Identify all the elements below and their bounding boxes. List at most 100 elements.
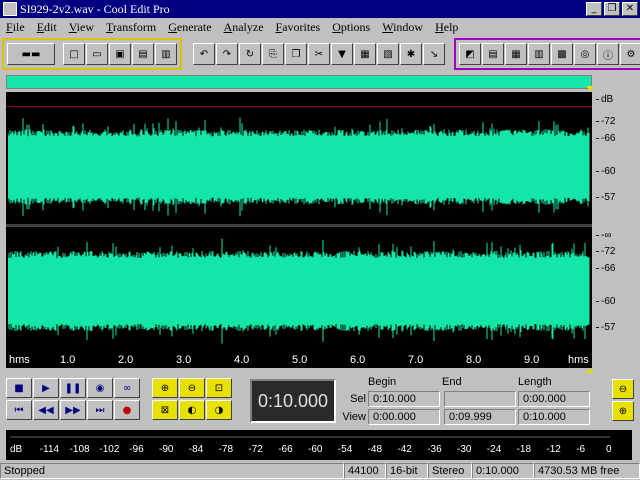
spectral-view-icon[interactable]: ◩ (459, 43, 481, 65)
repeat-icon[interactable]: ↻ (239, 43, 261, 65)
begin-header: Begin (368, 376, 397, 388)
meter-label: -30 (457, 444, 472, 455)
meter-label: -12 (546, 444, 561, 455)
ruler-tick: 9.0 (524, 354, 540, 366)
play-to-end-icon[interactable]: ◉ (87, 378, 113, 398)
meter-label: -72 (248, 444, 263, 455)
play-icon[interactable]: ▶ (33, 378, 59, 398)
vertical-zoom-controls: ⊖ ⊕ (612, 379, 634, 421)
scale-tick: -∞ (596, 230, 611, 241)
menu-favorites[interactable]: Favorites (270, 20, 327, 35)
ruler-start-label: hms (9, 354, 30, 366)
view-begin-field[interactable]: 0:00.000 (368, 409, 440, 425)
menu-file[interactable]: File (0, 20, 31, 35)
menu-help[interactable]: Help (429, 20, 464, 35)
menu-options[interactable]: Options (326, 20, 376, 35)
mix-paste-icon[interactable]: ▧ (377, 43, 399, 65)
zoom-selection-icon[interactable]: ⊠ (152, 400, 178, 420)
meter-label: -60 (308, 444, 323, 455)
cut-icon[interactable]: ✂ (308, 43, 330, 65)
fast-forward-icon[interactable]: ▶▶ (60, 400, 86, 420)
ruler-tick: 1.0 (60, 354, 76, 366)
zoom-in-icon[interactable]: ⊕ (152, 378, 178, 398)
transport-controls: ■ ▶ ❚❚ ◉ ∞ ⊕ ⊖ ⊡ ⏮ ◀◀ ▶▶ ⏭ ● ⊠ ◐ ◑ (6, 378, 244, 426)
close-button[interactable]: ✕ (622, 2, 638, 16)
new-file-icon[interactable]: □ (63, 43, 85, 65)
menu-edit[interactable]: Edit (31, 20, 63, 35)
sel-end-field[interactable] (444, 391, 516, 407)
undo-icon[interactable]: ↶ (193, 43, 215, 65)
waveform-display[interactable] (6, 92, 592, 368)
playhead-marker[interactable] (586, 368, 594, 373)
frequency-analysis-icon[interactable]: ▥ (528, 43, 550, 65)
amplitude-scale: dB -72 -66 -60 -57 -∞ -72 -66 -60 -57 (592, 92, 640, 368)
snap-icon[interactable]: ↘ (423, 43, 445, 65)
rewind-icon[interactable]: ◀◀ (33, 400, 59, 420)
ruler-tick: 6.0 (350, 354, 366, 366)
sel-begin-field[interactable]: 0:10.000 (368, 391, 440, 407)
loop-icon[interactable]: ▩ (551, 43, 573, 65)
meter-label: -90 (159, 444, 174, 455)
sel-length-field[interactable]: 0:00.000 (518, 391, 590, 407)
zoom-full-icon[interactable]: ⊡ (206, 378, 232, 398)
go-to-start-icon[interactable]: ⏮ (6, 400, 32, 420)
pause-icon[interactable]: ❚❚ (60, 378, 86, 398)
go-to-end-icon[interactable]: ⏭ (87, 400, 113, 420)
status-channels: Stereo (428, 463, 472, 479)
sel-row-label: Sel (350, 393, 366, 405)
left-channel[interactable] (8, 112, 590, 222)
menu-analyze[interactable]: Analyze (218, 20, 270, 35)
overview-position-marker[interactable] (586, 86, 594, 91)
menu-view[interactable]: View (63, 20, 100, 35)
settings-icon[interactable]: ⚙ (620, 43, 640, 65)
time-ruler[interactable]: hms 1.0 2.0 3.0 4.0 5.0 6.0 7.0 8.0 9.0 … (6, 352, 592, 368)
view-end-field[interactable]: 0:09.999 (444, 409, 516, 425)
meter-label: dB (10, 444, 23, 455)
meter-label: -54 (337, 444, 353, 455)
scale-tick: -66 (596, 133, 615, 144)
open-file-icon[interactable]: ▭ (86, 43, 108, 65)
right-channel[interactable] (8, 232, 590, 350)
scale-tick: -72 (596, 116, 615, 127)
redo-icon[interactable]: ↷ (216, 43, 238, 65)
save-all-icon[interactable]: ▥ (155, 43, 177, 65)
scale-tick: -57 (596, 322, 615, 333)
minimize-button[interactable]: _ (586, 2, 602, 16)
menu-generate[interactable]: Generate (162, 20, 217, 35)
scale-tick: -57 (596, 192, 615, 203)
zoom-out-vertical-icon[interactable]: ⊖ (612, 379, 634, 399)
scale-tick: -60 (596, 296, 615, 307)
status-length: 0:10.000 (472, 463, 534, 479)
paste-new-icon[interactable]: ▦ (354, 43, 376, 65)
restore-button[interactable]: ❐ (604, 2, 620, 16)
end-header: End (442, 376, 462, 388)
zoom-in-vertical-icon[interactable]: ⊕ (612, 401, 634, 421)
ruler-tick: 4.0 (234, 354, 250, 366)
save-as-icon[interactable]: ▤ (132, 43, 154, 65)
view-length-field[interactable]: 0:10.000 (518, 409, 590, 425)
status-sample-rate: 44100 (344, 463, 386, 479)
ruler-tick: 8.0 (466, 354, 482, 366)
info-icon[interactable]: ⓘ (597, 43, 619, 65)
stop-icon[interactable]: ■ (6, 378, 32, 398)
loop-play-icon[interactable]: ∞ (114, 378, 140, 398)
menu-transform[interactable]: Transform (100, 20, 162, 35)
playlist-icon[interactable]: ▦ (505, 43, 527, 65)
save-icon[interactable]: ▣ (109, 43, 131, 65)
paste-icon[interactable]: ▼ (331, 43, 353, 65)
cue-list-icon[interactable]: ▤ (482, 43, 504, 65)
zoom-left-icon[interactable]: ◐ (179, 400, 205, 420)
copy-new-icon[interactable]: ⎘ (262, 43, 284, 65)
waveform-overview-bar[interactable] (6, 75, 592, 89)
app-icon[interactable] (3, 2, 17, 16)
menu-window[interactable]: Window (376, 20, 429, 35)
record-icon[interactable]: ● (114, 400, 140, 420)
meter-label: -108 (69, 444, 90, 455)
copy-icon[interactable]: ❐ (285, 43, 307, 65)
zoom-out-icon[interactable]: ⊖ (179, 378, 205, 398)
status-state: Stopped (0, 463, 344, 479)
zoom-right-icon[interactable]: ◑ (206, 400, 232, 420)
cd-player-icon[interactable]: ◎ (574, 43, 596, 65)
multitrack-toggle-icon[interactable]: ▬▬ (7, 43, 55, 65)
trim-icon[interactable]: ✱ (400, 43, 422, 65)
